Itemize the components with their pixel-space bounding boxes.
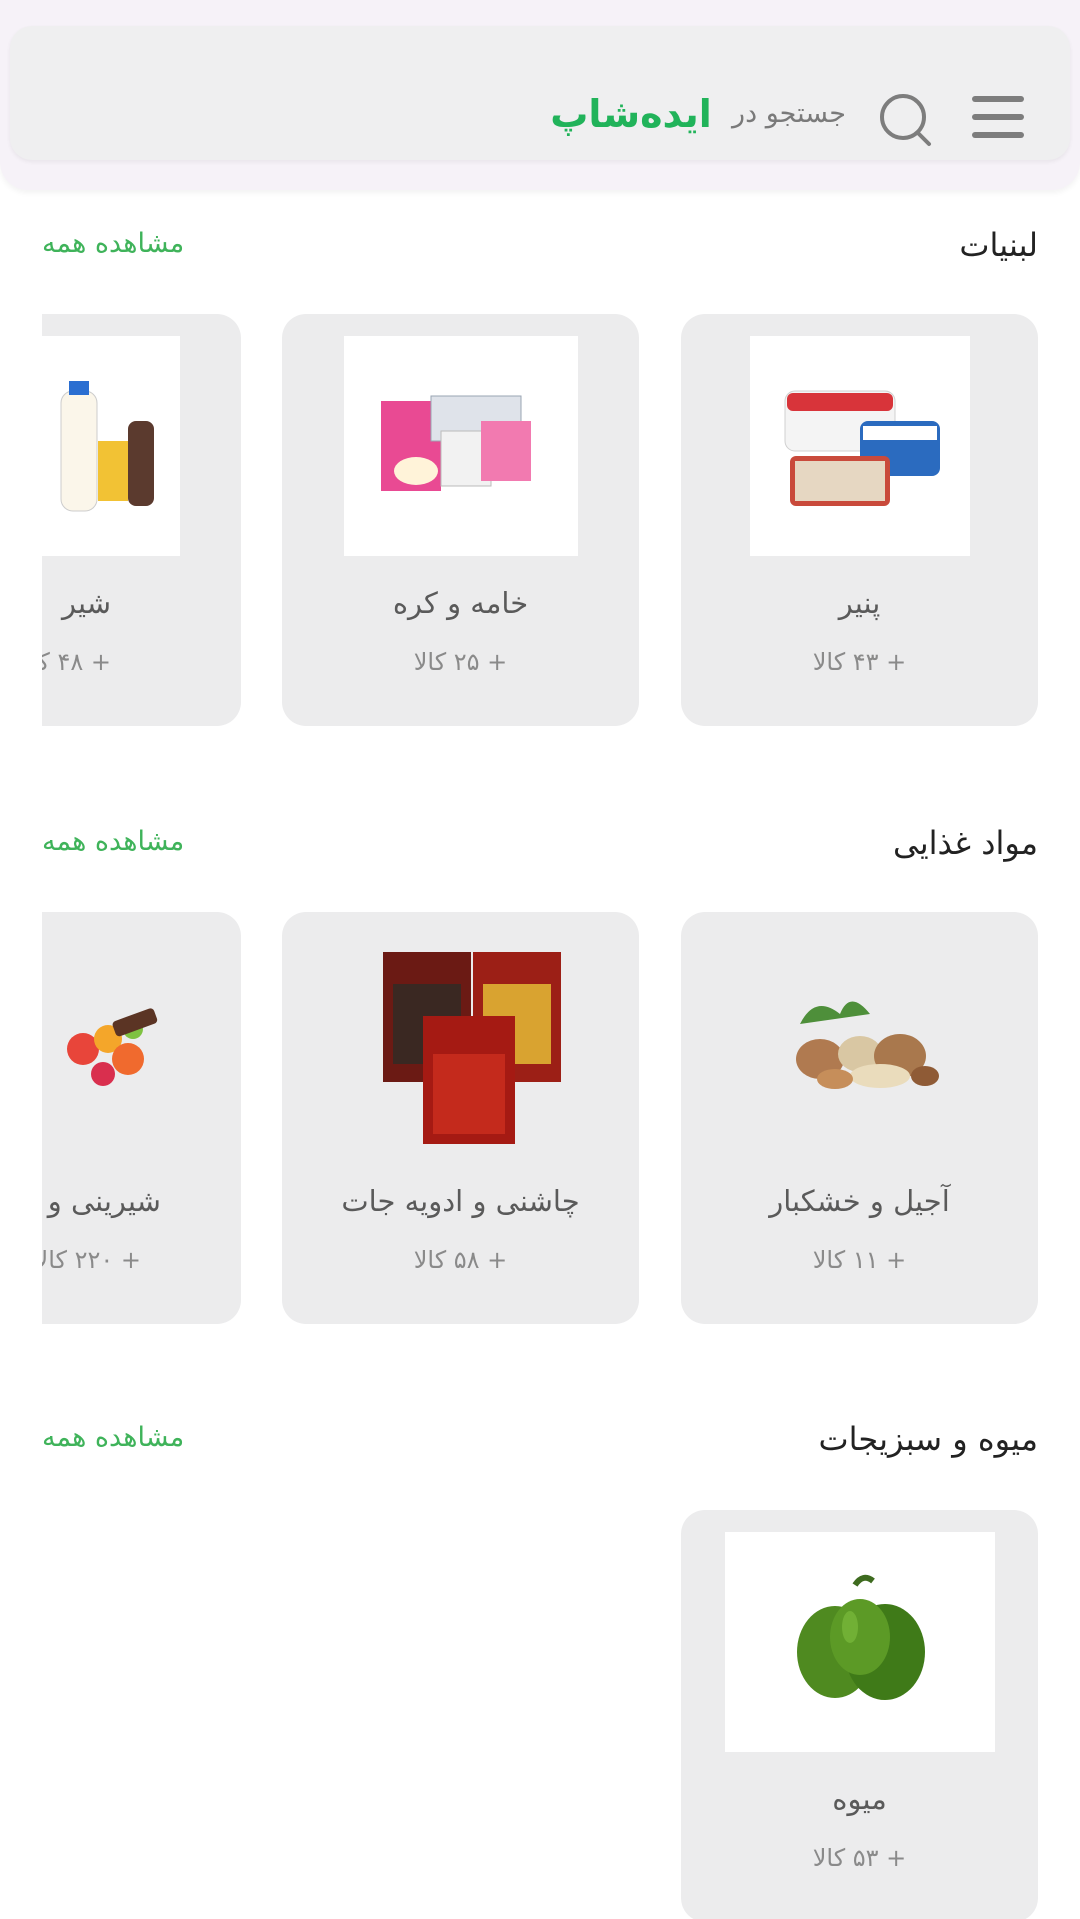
- category-card-cheese[interactable]: پنیر + ۴۳ کالا: [681, 314, 1038, 726]
- category-name: میوه: [832, 1782, 887, 1816]
- category-card-fruit[interactable]: میوه + ۵۳ کالا: [681, 1510, 1038, 1919]
- category-name: پنیر: [838, 586, 881, 620]
- category-count: + ۵۳ کالا: [812, 1844, 907, 1872]
- view-all-link[interactable]: مشاهده همه: [42, 228, 184, 272]
- section-title: لبنیات: [959, 226, 1038, 264]
- view-all-link[interactable]: مشاهده همه: [42, 826, 184, 870]
- category-name: شیر: [61, 586, 111, 620]
- search-icon[interactable]: [878, 92, 934, 148]
- pepper-image: [724, 1532, 995, 1752]
- cream-butter-image: [343, 336, 578, 556]
- category-count: + ۲۵ کالا: [413, 648, 508, 676]
- category-count: + ۴۸ کالا: [42, 648, 111, 676]
- view-all-link[interactable]: مشاهده همه: [42, 1422, 184, 1466]
- category-name: آجیل و خشکبار: [769, 1184, 950, 1218]
- app-header: جستجو در ایده‌شاپ: [0, 0, 1080, 190]
- category-row-foods[interactable]: آجیل و خشکبار + ۱۱ کالا چاشنی و ادویه جا…: [42, 912, 1080, 1332]
- category-row-fruits-vegetables[interactable]: میوه + ۵۳ کالا: [42, 1510, 1080, 1919]
- category-name: چاشنی و ادویه جات: [341, 1184, 580, 1218]
- category-row-dairy[interactable]: پنیر + ۴۳ کالا خامه و کره + ۲۵ کالا شیر: [42, 314, 1080, 734]
- category-count: + ۵۸ کالا: [413, 1246, 508, 1274]
- section-title: مواد غذایی: [893, 824, 1038, 862]
- category-name: شیرینی و: [47, 1184, 161, 1218]
- search-placeholder[interactable]: جستجو در: [732, 98, 846, 138]
- category-name: خامه و کره: [392, 586, 529, 620]
- cheese-image: [749, 336, 970, 556]
- milk-image: [42, 336, 180, 556]
- spices-image: [344, 934, 578, 1154]
- category-card-spices[interactable]: چاشنی و ادویه جات + ۵۸ کالا: [282, 912, 639, 1324]
- category-count: + ۱۱ کالا: [812, 1246, 907, 1274]
- category-count: + ۴۳ کالا: [812, 648, 907, 676]
- category-count: + ۲۲۰ کالا: [42, 1246, 141, 1274]
- category-card-sweets[interactable]: شیرینی و + ۲۲۰ کالا: [42, 912, 241, 1324]
- category-card-nuts[interactable]: آجیل و خشکبار + ۱۱ کالا: [681, 912, 1038, 1324]
- sweets-image: [42, 934, 180, 1154]
- brand-logo: ایده‌شاپ: [550, 92, 712, 136]
- nuts-image: [750, 934, 970, 1154]
- menu-icon[interactable]: [972, 96, 1024, 138]
- category-card-cream-butter[interactable]: خامه و کره + ۲۵ کالا: [282, 314, 639, 726]
- section-title: میوه و سبزیجات: [818, 1420, 1038, 1458]
- category-card-milk[interactable]: شیر + ۴۸ کالا: [42, 314, 241, 726]
- search-bar[interactable]: جستجو در ایده‌شاپ: [10, 26, 1070, 160]
